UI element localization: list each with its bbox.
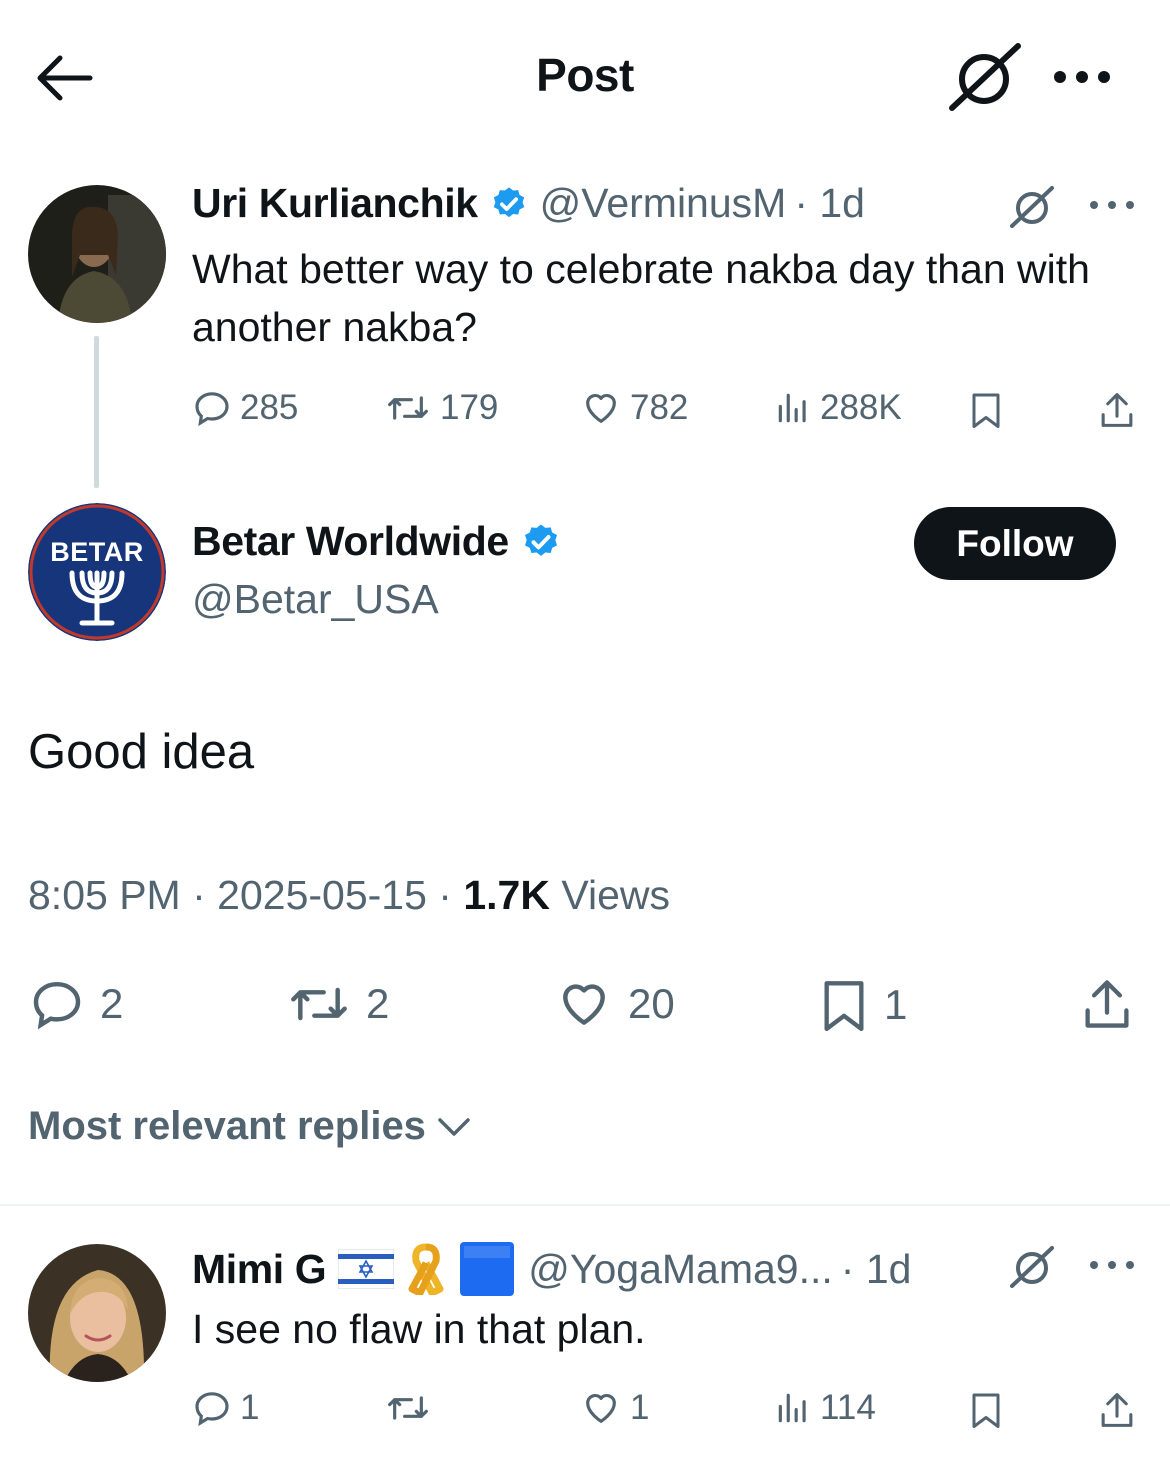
like-button[interactable]: 1 [580, 1388, 649, 1428]
views-count: 114 [820, 1388, 876, 1427]
reply-count: 1 [240, 1388, 260, 1427]
israel-flag-icon [338, 1249, 395, 1289]
verified-badge-icon [524, 524, 557, 556]
reply-icon [195, 392, 229, 427]
views-icon [778, 1393, 806, 1423]
author-handle[interactable]: @YogaMama9... [528, 1246, 833, 1293]
views-count: 288K [820, 388, 902, 427]
author-handle[interactable]: @VerminusM [540, 180, 787, 227]
share-button[interactable] [1098, 1390, 1136, 1430]
views-count: 1.7K [463, 872, 550, 918]
share-button[interactable] [1078, 976, 1136, 1032]
views-button[interactable]: 288K [774, 388, 902, 428]
post-meta: 8:05 PM · 2025-05-15 · 1.7K Views [28, 872, 670, 918]
repost-icon [291, 987, 347, 1021]
reply-icon [195, 1392, 229, 1427]
thread-line [94, 336, 99, 488]
reply-count: 2 [100, 980, 124, 1027]
reply-count: 285 [240, 388, 299, 427]
views-label[interactable]: Views [561, 872, 670, 918]
reply-button[interactable]: 2 [28, 976, 123, 1032]
share-icon [1085, 980, 1129, 1028]
replies-sort-label: Most relevant replies [28, 1104, 426, 1148]
repost-button[interactable]: 179 [384, 388, 498, 428]
reply-button[interactable]: 1 [192, 1388, 259, 1428]
author-name[interactable]: Uri Kurlianchik [192, 180, 478, 227]
heart-icon [563, 984, 605, 1025]
bookmark-icon [972, 393, 1000, 428]
post-more-button[interactable] [1088, 1258, 1136, 1272]
post-time: · 1d [794, 180, 865, 226]
like-count: 782 [630, 388, 689, 427]
like-count: 1 [630, 1388, 650, 1427]
repost-count: 2 [366, 980, 390, 1027]
grok-icon [1010, 186, 1054, 228]
share-button[interactable] [1098, 390, 1136, 430]
share-icon [1101, 393, 1133, 427]
post-text: Good idea [28, 725, 255, 779]
post-date: 2025-05-15 [217, 872, 427, 918]
repost-count: 179 [440, 388, 499, 427]
heart-icon [586, 1393, 616, 1423]
avatar[interactable]: BETAR [28, 503, 166, 641]
author-name[interactable]: Mimi G [192, 1246, 327, 1293]
grok-button[interactable] [1006, 1244, 1058, 1290]
verified-badge-icon [493, 186, 524, 217]
more-icon [1090, 201, 1134, 209]
more-icon [1090, 1261, 1134, 1269]
bookmark-button[interactable]: 1 [818, 976, 907, 1034]
post-time: · 1d [840, 1245, 912, 1292]
grok-button[interactable] [1006, 184, 1058, 230]
reply-icon [33, 981, 81, 1030]
post-time: 8:05 PM [28, 872, 181, 918]
share-icon [1101, 1393, 1133, 1427]
post-text: What better way to celebrate nakba day t… [192, 246, 1090, 350]
replies-sort-button[interactable]: Most relevant replies [28, 1104, 472, 1149]
post-header: Betar Worldwide [192, 518, 561, 565]
post-header: Uri Kurlianchik @VerminusM · 1d [192, 180, 865, 227]
grok-icon [1010, 1246, 1054, 1288]
bookmark-icon [824, 981, 864, 1032]
avatar-label: BETAR [50, 537, 144, 567]
follow-button[interactable]: Follow [914, 507, 1116, 580]
avatar[interactable] [28, 1244, 166, 1382]
repost-button[interactable] [384, 1388, 432, 1428]
repost-icon [388, 396, 428, 420]
author-name[interactable]: Betar Worldwide [192, 518, 509, 565]
betar-logo [28, 503, 166, 641]
reply-button[interactable]: 285 [192, 388, 298, 428]
author-handle[interactable]: @Betar_USA [192, 576, 439, 623]
post-more-button[interactable] [1088, 198, 1136, 212]
like-button[interactable]: 782 [580, 388, 688, 428]
repost-icon [388, 1396, 428, 1420]
like-button[interactable]: 20 [554, 976, 675, 1032]
bookmark-button[interactable] [968, 1390, 1004, 1430]
post-text: I see no flaw in that plan. [192, 1306, 646, 1352]
avatar[interactable] [28, 185, 166, 323]
bookmark-button[interactable] [968, 390, 1004, 430]
divider [0, 1204, 1170, 1206]
avatar-photo [28, 185, 166, 323]
chevron-down-icon [438, 1117, 470, 1136]
views-button[interactable]: 114 [774, 1388, 876, 1428]
grok-icon [949, 43, 1021, 111]
bookmark-icon [972, 1393, 1000, 1428]
grok-button[interactable] [946, 42, 1024, 112]
like-count: 20 [628, 980, 675, 1027]
avatar-photo [28, 1244, 166, 1382]
yellow-ribbon-icon [408, 1243, 444, 1295]
repost-button[interactable]: 2 [286, 976, 389, 1032]
more-button[interactable] [1052, 66, 1112, 88]
blue-square-icon [460, 1242, 515, 1296]
more-icon [1054, 71, 1110, 83]
post-header: Mimi G @YogaMama9... · 1d [192, 1240, 911, 1298]
heart-icon [586, 393, 616, 423]
bookmark-count: 1 [884, 981, 908, 1028]
views-icon [778, 393, 806, 423]
